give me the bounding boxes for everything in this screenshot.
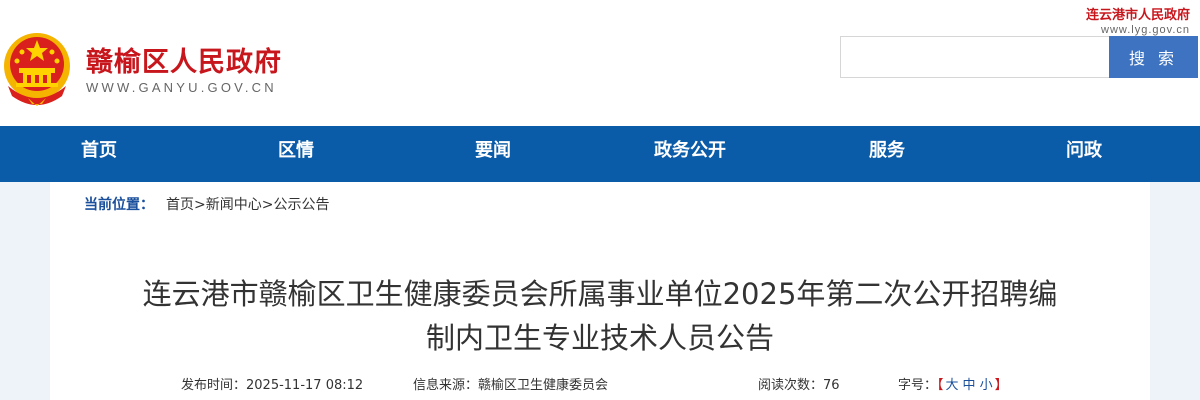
nav-item-district-info[interactable]: 区情	[278, 126, 314, 182]
parent-site-url: www.lyg.gov.cn	[1101, 24, 1190, 36]
nav-item-home[interactable]: 首页	[81, 126, 117, 182]
view-count-value: 76	[823, 378, 840, 393]
info-source-label: 信息来源：	[413, 378, 479, 393]
site-domain: WWW.GANYU.GOV.CN	[86, 80, 277, 95]
font-size-label: 字号：	[898, 378, 938, 393]
national-emblem-icon	[4, 33, 70, 106]
bracket-close: 】	[994, 378, 1008, 393]
site-name[interactable]: 赣榆区人民政府	[86, 40, 282, 79]
font-size-control: 字号：【大中小】	[898, 374, 1008, 393]
search-input[interactable]	[840, 36, 1110, 78]
publish-time-value: 2025-11-17 08:12	[246, 378, 364, 393]
parent-site-name[interactable]: 连云港市人民政府	[1086, 4, 1190, 23]
breadcrumb-news-center[interactable]: 新闻中心	[206, 197, 262, 213]
bracket-open: 【	[937, 378, 944, 393]
nav-item-services[interactable]: 服务	[869, 126, 905, 182]
content-panel: 当前位置： 首页>新闻中心>公示公告 连云港市赣榆区卫生健康委员会所属事业单位20…	[50, 182, 1150, 400]
main-nav: 首页 区情 要闻 政务公开 服务 问政	[0, 126, 1200, 182]
breadcrumb-separator: >	[194, 197, 206, 213]
breadcrumb-home[interactable]: 首页	[166, 197, 194, 213]
breadcrumb-separator: >	[261, 197, 274, 213]
article-title: 连云港市赣榆区卫生健康委员会所属事业单位2025年第二次公开招聘编制内卫生专业技…	[142, 277, 1058, 355]
nav-item-inquiry[interactable]: 问政	[1066, 126, 1102, 182]
breadcrumb-announcements[interactable]: 公示公告	[273, 197, 329, 213]
breadcrumb: 当前位置： 首页>新闻中心>公示公告	[84, 194, 329, 214]
search-button[interactable]: 搜 索	[1109, 36, 1198, 78]
view-count-label: 阅读次数：	[758, 378, 824, 393]
font-size-medium-button[interactable]: 中	[963, 378, 976, 393]
parent-site-link[interactable]: 连云港市人民政府 www.lyg.gov.cn	[1086, 4, 1190, 36]
view-count: 阅读次数：76	[758, 374, 840, 393]
info-source: 信息来源：赣榆区卫生健康委员会	[413, 374, 608, 393]
font-size-large-button[interactable]: 大	[946, 378, 959, 393]
nav-item-government-affairs[interactable]: 政务公开	[654, 126, 726, 182]
info-source-value: 赣榆区卫生健康委员会	[478, 378, 609, 393]
font-size-small-button[interactable]: 小	[980, 378, 993, 393]
nav-item-news[interactable]: 要闻	[475, 126, 511, 182]
breadcrumb-label: 当前位置：	[84, 197, 154, 213]
publish-time-label: 发布时间：	[181, 378, 247, 393]
publish-time: 发布时间：2025-11-17 08:12	[181, 374, 363, 393]
site-header: 赣榆区人民政府 WWW.GANYU.GOV.CN 连云港市人民政府 www.ly…	[0, 0, 1200, 126]
